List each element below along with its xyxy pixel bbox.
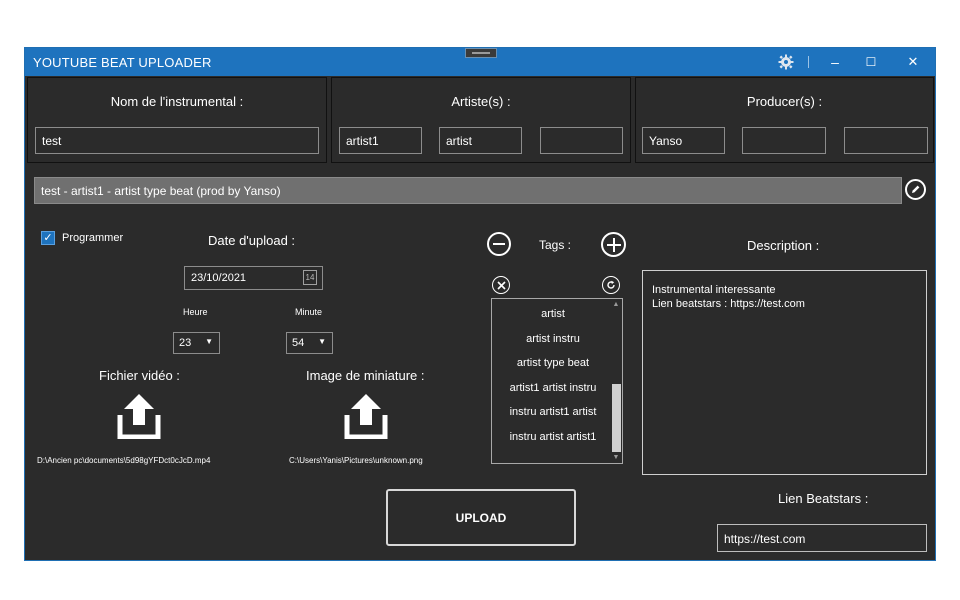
close-button[interactable]: ✕ bbox=[893, 48, 933, 76]
scroll-down-arrow-icon[interactable]: ▼ bbox=[611, 454, 621, 461]
description-textarea[interactable]: Instrumental interessante Lien beatstars… bbox=[642, 270, 927, 475]
upload-thumbnail-icon[interactable] bbox=[344, 391, 388, 439]
producers-label: Producer(s) : bbox=[746, 94, 823, 109]
description-line-2: Lien beatstars : https://test.com bbox=[652, 298, 805, 310]
minute-label: Minute bbox=[295, 307, 323, 317]
clear-tags-button[interactable] bbox=[492, 276, 510, 294]
hour-label: Heure bbox=[183, 307, 208, 317]
scroll-up-arrow-icon[interactable]: ▲ bbox=[611, 301, 621, 308]
gear-icon bbox=[778, 54, 794, 70]
date-picker[interactable]: 23/10/2021 14 bbox=[184, 266, 323, 290]
generated-title-field[interactable]: test - artist1 - artist type beat (prod … bbox=[34, 177, 902, 204]
window-title: YOUTUBE BEAT UPLOADER bbox=[33, 55, 212, 70]
plus-icon bbox=[606, 237, 621, 252]
instrumental-label: Nom de l'instrumental : bbox=[110, 94, 244, 109]
minute-select[interactable]: 54 ▼ bbox=[286, 332, 333, 354]
list-item[interactable]: artist instru bbox=[492, 333, 614, 345]
maximize-button[interactable]: ☐ bbox=[851, 48, 891, 76]
artist-input-3[interactable] bbox=[540, 127, 623, 154]
remove-tag-button[interactable] bbox=[487, 232, 511, 256]
producers-panel: Producer(s) : Yanso bbox=[635, 77, 934, 163]
checkmark-icon: ✓ bbox=[43, 231, 53, 244]
refresh-tags-button[interactable] bbox=[602, 276, 620, 294]
upload-video-icon[interactable] bbox=[117, 391, 161, 439]
description-line-1: Instrumental interessante bbox=[652, 284, 776, 296]
list-item[interactable]: instru artist1 artist bbox=[492, 406, 614, 418]
artists-label: Artiste(s) : bbox=[451, 94, 511, 109]
video-file-label: Fichier vidéo : bbox=[99, 368, 180, 383]
thumbnail-file-path: C:\Users\Yanis\Pictures\unknown.png bbox=[289, 456, 423, 465]
list-item[interactable]: artist bbox=[492, 308, 614, 320]
app-window: YOUTUBE BEAT UPLOADER – ☐ ✕ Nom de l'ins… bbox=[24, 47, 936, 561]
hour-select[interactable]: 23 ▼ bbox=[173, 332, 220, 354]
hour-value: 23 bbox=[179, 337, 192, 349]
video-file-path: D:\Ancien pc\documents\5d98gYFDct0cJcD.m… bbox=[37, 456, 211, 465]
artist-input-1[interactable]: artist1 bbox=[339, 127, 422, 154]
upload-date-label: Date d'upload : bbox=[208, 233, 296, 248]
calendar-icon[interactable]: 14 bbox=[303, 270, 317, 285]
producer-input-2[interactable] bbox=[742, 127, 826, 154]
minus-icon bbox=[493, 243, 505, 245]
settings-button[interactable] bbox=[766, 48, 806, 76]
artist-input-2[interactable]: artist bbox=[439, 127, 522, 154]
date-value: 23/10/2021 bbox=[191, 272, 247, 284]
pencil-icon bbox=[912, 185, 920, 193]
drag-handle[interactable] bbox=[465, 48, 497, 58]
close-icon bbox=[496, 280, 506, 290]
titlebar-separator bbox=[808, 56, 809, 68]
beatstars-link-label: Lien Beatstars : bbox=[778, 491, 869, 506]
chevron-down-icon: ▼ bbox=[205, 337, 213, 346]
scroll-thumb[interactable] bbox=[612, 384, 621, 452]
list-item[interactable]: artist1 artist instru bbox=[492, 382, 614, 394]
producer-input-3[interactable] bbox=[844, 127, 928, 154]
instrumental-name-input[interactable]: test bbox=[35, 127, 319, 154]
thumbnail-label: Image de miniature : bbox=[306, 368, 425, 383]
beatstars-link-input[interactable]: https://test.com bbox=[717, 524, 927, 552]
tags-list[interactable]: artist artist instru artist type beat ar… bbox=[491, 298, 623, 464]
tags-label: Tags : bbox=[539, 238, 572, 252]
upload-button[interactable]: UPLOAD bbox=[386, 489, 576, 546]
list-item[interactable]: artist type beat bbox=[492, 357, 614, 369]
refresh-icon bbox=[607, 280, 615, 289]
description-label: Description : bbox=[747, 238, 820, 253]
schedule-checkbox-label: Programmer bbox=[62, 232, 124, 244]
edit-title-button[interactable] bbox=[905, 179, 926, 200]
tags-scrollbar[interactable]: ▲ ▼ bbox=[611, 300, 621, 462]
schedule-checkbox[interactable]: ✓ bbox=[41, 231, 55, 245]
chevron-down-icon: ▼ bbox=[318, 337, 326, 346]
minute-value: 54 bbox=[292, 337, 305, 349]
add-tag-button[interactable] bbox=[601, 232, 626, 257]
list-item[interactable]: instru artist artist1 bbox=[492, 431, 614, 443]
minimize-button[interactable]: – bbox=[815, 48, 855, 76]
producer-input-1[interactable]: Yanso bbox=[642, 127, 725, 154]
title-bar[interactable]: YOUTUBE BEAT UPLOADER – ☐ ✕ bbox=[25, 48, 935, 76]
instrumental-panel: Nom de l'instrumental : test bbox=[27, 77, 327, 163]
artists-panel: Artiste(s) : artist1 artist bbox=[331, 77, 631, 163]
